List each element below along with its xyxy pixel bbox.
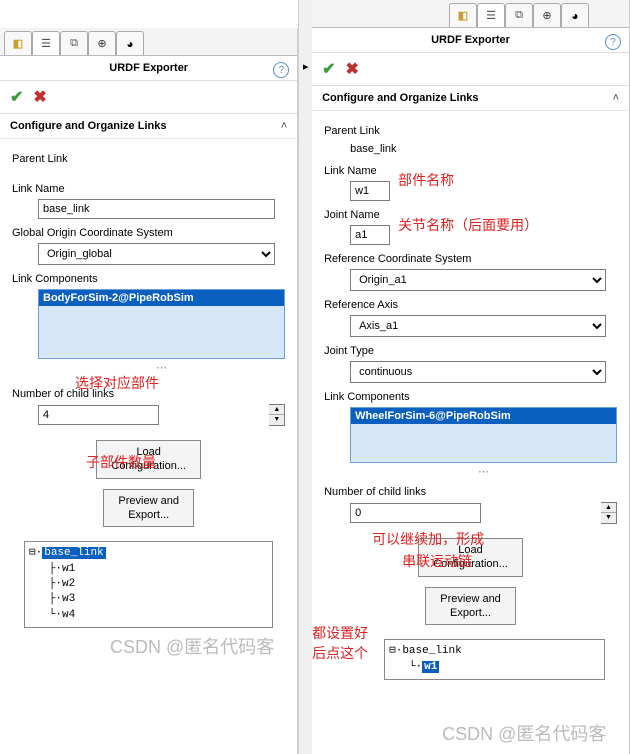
cube-icon: ◧ (458, 9, 468, 22)
section-body: Parent Link base_link Link Name 部件名称 Joi… (312, 111, 629, 694)
annotation-child: 子部件数量 (86, 452, 156, 472)
global-origin-label: Global Origin Coordinate System (12, 227, 285, 239)
expand-arrow-icon[interactable]: ▸ (303, 60, 309, 73)
annotation-linkname: 部件名称 (398, 170, 454, 190)
annotation-child1: 可以继续加，形成 (372, 529, 484, 549)
joint-name-input[interactable] (350, 225, 390, 245)
help-icon[interactable]: ? (273, 62, 289, 78)
parent-link-label: Parent Link (12, 153, 285, 165)
link-components-label: Link Components (12, 273, 285, 285)
tree-view[interactable]: ⊟·base_link └·w1 (384, 639, 605, 680)
ref-coord-select[interactable]: Origin_a1 (350, 269, 606, 291)
tab-feature[interactable]: ◧ (449, 3, 477, 27)
tree-item: ├·w2 (29, 577, 268, 592)
annotation-child2: 串联运动链 (402, 551, 472, 571)
left-panel: ◧ ☰ ⧉ ⊕ ◕ URDF Exporter ? ✔ ✖ Configure … (0, 28, 298, 754)
list-icon: ☰ (486, 9, 496, 22)
watermark: CSDN @匿名代码客 (110, 633, 274, 659)
tab-config[interactable]: ⧉ (505, 3, 533, 27)
annotation-preview2: 后点这个 (312, 643, 368, 663)
gutter: ▸ (298, 0, 312, 754)
pie-icon: ◕ (571, 9, 578, 23)
target-icon: ⊕ (97, 37, 106, 50)
tab-property[interactable]: ☰ (477, 3, 505, 27)
config-section: Configure and Organize Links ˄ Parent Li… (0, 114, 297, 642)
ref-axis-select[interactable]: Axis_a1 (350, 315, 606, 337)
chevron-up-icon[interactable]: ˄ (281, 120, 287, 132)
action-row: ✔ ✖ (0, 81, 297, 114)
ref-axis-label: Reference Axis (324, 299, 617, 311)
annotation-preview1: 都设置好 (312, 623, 368, 643)
joint-type-select[interactable]: continuous (350, 361, 606, 383)
tab-appearance[interactable]: ◕ (116, 31, 144, 55)
title-row: URDF Exporter ? (0, 56, 297, 81)
target-icon: ⊕ (542, 9, 551, 22)
tab-target[interactable]: ⊕ (88, 31, 116, 55)
preview-export-button[interactable]: Preview and Export... (103, 489, 194, 528)
tree-item[interactable]: w1 (422, 661, 439, 673)
right-panel: ◧ ☰ ⧉ ⊕ ◕ URDF Exporter ? ✔ ✖ Configure … (312, 0, 630, 754)
section-body: Parent Link Link Name Global Origin Coor… (0, 139, 297, 642)
page-title: URDF Exporter (431, 34, 510, 46)
selected-component[interactable]: WheelForSim-6@PipeRobSim (351, 408, 616, 424)
tab-target[interactable]: ⊕ (533, 3, 561, 27)
cancel-icon[interactable]: ✖ (33, 87, 46, 107)
action-row: ✔ ✖ (312, 53, 629, 86)
link-name-input[interactable] (350, 181, 390, 201)
list-icon: ☰ (41, 37, 51, 50)
tab-config[interactable]: ⧉ (60, 31, 88, 55)
config-icon: ⧉ (515, 9, 523, 22)
config-icon: ⧉ (70, 37, 78, 50)
title-row: URDF Exporter ? (312, 28, 629, 53)
tree-view[interactable]: ⊟·base_link ├·w1 ├·w2 ├·w3 └·w4 (24, 541, 273, 628)
cube-icon: ◧ (13, 37, 23, 50)
tab-appearance[interactable]: ◕ (561, 3, 589, 27)
watermark: CSDN @匿名代码客 (442, 720, 606, 746)
ok-icon[interactable]: ✔ (322, 59, 335, 79)
annotation-jointname: 关节名称（后面要用） (398, 215, 538, 235)
child-links-input[interactable] (350, 503, 480, 523)
tree-item: ├·w3 (29, 592, 268, 607)
tree-item: ├·w1 (29, 562, 268, 577)
section-title: Configure and Organize Links (10, 120, 166, 132)
selected-component[interactable]: BodyForSim-2@PipeRobSim (39, 290, 284, 306)
help-icon[interactable]: ? (605, 34, 621, 50)
config-section: Configure and Organize Links ˄ Parent Li… (312, 86, 629, 694)
parent-link-label: Parent Link (324, 125, 617, 137)
link-name-label: Link Name (12, 183, 285, 195)
link-name-input[interactable] (38, 199, 275, 219)
spinner-buttons[interactable]: ▲▼ (269, 404, 285, 426)
child-links-input[interactable] (38, 405, 159, 425)
annotation-select: 选择对应部件 (75, 373, 159, 393)
chevron-up-icon[interactable]: ˄ (613, 92, 619, 104)
global-origin-select[interactable]: Origin_global (38, 243, 275, 265)
parent-link-value: base_link (324, 141, 617, 157)
section-header[interactable]: Configure and Organize Links ˄ (0, 114, 297, 139)
preview-export-button[interactable]: Preview and Export... (425, 587, 516, 626)
component-listbox[interactable]: WheelForSim-6@PipeRobSim (350, 407, 617, 463)
tree-root[interactable]: base_link (402, 645, 461, 657)
page-title: URDF Exporter (109, 62, 188, 74)
child-links-label: Number of child links (324, 486, 617, 498)
tree-root[interactable]: base_link (42, 547, 105, 559)
resize-handle-icon[interactable]: ⋯ (350, 465, 617, 478)
cancel-icon[interactable]: ✖ (345, 59, 358, 79)
pie-icon: ◕ (126, 37, 133, 51)
spinner-buttons[interactable]: ▲▼ (601, 502, 617, 524)
component-listbox[interactable]: BodyForSim-2@PipeRobSim (38, 289, 285, 359)
ok-icon[interactable]: ✔ (10, 87, 23, 107)
tab-property[interactable]: ☰ (32, 31, 60, 55)
tree-item: └·w4 (29, 608, 268, 623)
tab-feature[interactable]: ◧ (4, 31, 32, 55)
joint-type-label: Joint Type (324, 345, 617, 357)
ref-coord-label: Reference Coordinate System (324, 253, 617, 265)
section-title: Configure and Organize Links (322, 92, 478, 104)
tabbar: ◧ ☰ ⧉ ⊕ ◕ (312, 0, 629, 28)
link-components-label: Link Components (324, 391, 617, 403)
link-name-label: Link Name (324, 165, 617, 177)
section-header[interactable]: Configure and Organize Links ˄ (312, 86, 629, 111)
tabbar: ◧ ☰ ⧉ ⊕ ◕ (0, 28, 297, 56)
